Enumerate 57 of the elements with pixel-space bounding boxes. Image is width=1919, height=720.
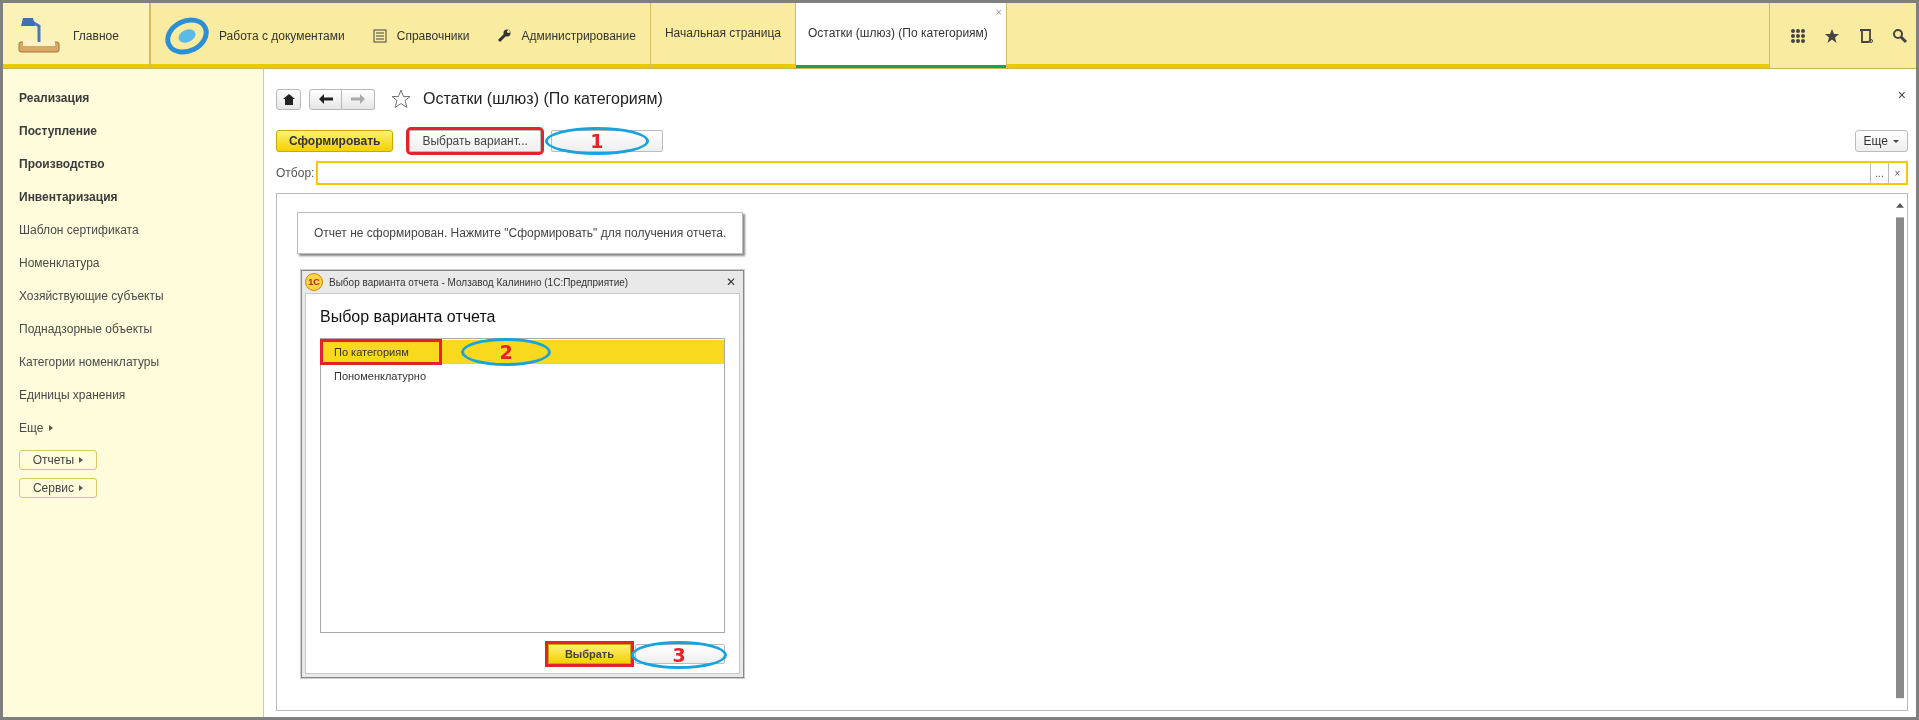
variant-row[interactable]: По категориям 2: [321, 340, 724, 364]
callout-ellipse: 3: [631, 641, 727, 669]
generate-button[interactable]: Сформировать: [276, 130, 394, 152]
app-icon: 1С: [305, 273, 323, 291]
report-message: Отчет не сформирован. Нажмите "Сформировать" для получения отчета.: [297, 212, 744, 254]
desk-lamp-icon: [17, 15, 63, 56]
sidebar-menu-button[interactable]: Сервис: [19, 478, 97, 498]
filter-field[interactable]: ... ×: [316, 161, 1908, 185]
sidebar-link[interactable]: Категории номенклатуры: [19, 345, 263, 378]
variant-label: Пономенклатурно: [333, 369, 428, 384]
scroll-icon: [1858, 27, 1874, 44]
dialog-title: Выбор варианта отчета - Молзавод Калинино (1С:Предприятие): [329, 276, 629, 288]
callout-ellipse: 2: [461, 338, 551, 366]
sidebar-link[interactable]: Поднадзорные объекты: [19, 312, 263, 345]
blank-button[interactable]: [550, 130, 663, 152]
section-tab[interactable]: Справочники: [358, 3, 484, 68]
filter-label: Отбор:: [276, 166, 315, 180]
sidebar-link[interactable]: Реализация: [19, 81, 263, 114]
sidebar-link[interactable]: Инвентаризация: [19, 180, 263, 213]
search-icon: [1892, 27, 1908, 44]
triangle-icon: [79, 457, 84, 463]
swirl-logo-icon: [165, 15, 209, 56]
open-tab[interactable]: Начальная страница: [650, 3, 796, 68]
close-button[interactable]: ×: [1897, 87, 1906, 103]
sidebar-menu-button[interactable]: Отчеты: [19, 450, 97, 470]
sidebar-link[interactable]: Номенклатура: [19, 246, 263, 279]
grid-icon: [1790, 27, 1806, 44]
home-icon: [282, 93, 295, 105]
open-tab[interactable]: Остатки (шлюз) (По категориям) ×: [796, 3, 1007, 68]
wrench-icon: [497, 28, 512, 43]
select-variant-button[interactable]: Выбрать вариант...: [409, 130, 541, 152]
sidebar-link[interactable]: Хозяйствующие субъекты: [19, 279, 263, 312]
triangle-icon: [49, 424, 54, 431]
triangle-icon: [79, 485, 84, 491]
dialog-heading: Выбор варианта отчета: [320, 308, 497, 327]
star-icon: [1824, 27, 1840, 44]
variant-row[interactable]: Пономенклатурно: [321, 364, 724, 388]
section-tab[interactable]: Работа с документами: [151, 3, 359, 68]
variant-label: По категориям: [321, 340, 441, 364]
close-button[interactable]: ✕: [722, 275, 740, 289]
caret-icon: [1893, 139, 1899, 143]
sidebar-link[interactable]: Шаблон сертификата: [19, 213, 263, 246]
form-title: Остатки (шлюз) (По категориям): [423, 90, 663, 108]
sidebar-link[interactable]: Еще: [19, 411, 263, 444]
sidebar-link[interactable]: Единицы хранения: [19, 378, 263, 411]
sidebar-link[interactable]: Поступление: [19, 114, 263, 147]
blank-button[interactable]: [635, 644, 725, 664]
callout-ellipse: 1: [544, 127, 649, 155]
more-button[interactable]: Еще: [1854, 130, 1908, 152]
back-button[interactable]: [309, 88, 342, 110]
home-button[interactable]: [276, 88, 301, 110]
section-tab[interactable]: Администрирование: [483, 3, 650, 68]
right-arrow-icon: [351, 94, 365, 104]
sidebar-link[interactable]: Производство: [19, 147, 263, 180]
left-arrow-icon: [318, 94, 333, 104]
choose-button[interactable]: Выбрать: [547, 644, 631, 664]
list-icon: [372, 28, 387, 43]
